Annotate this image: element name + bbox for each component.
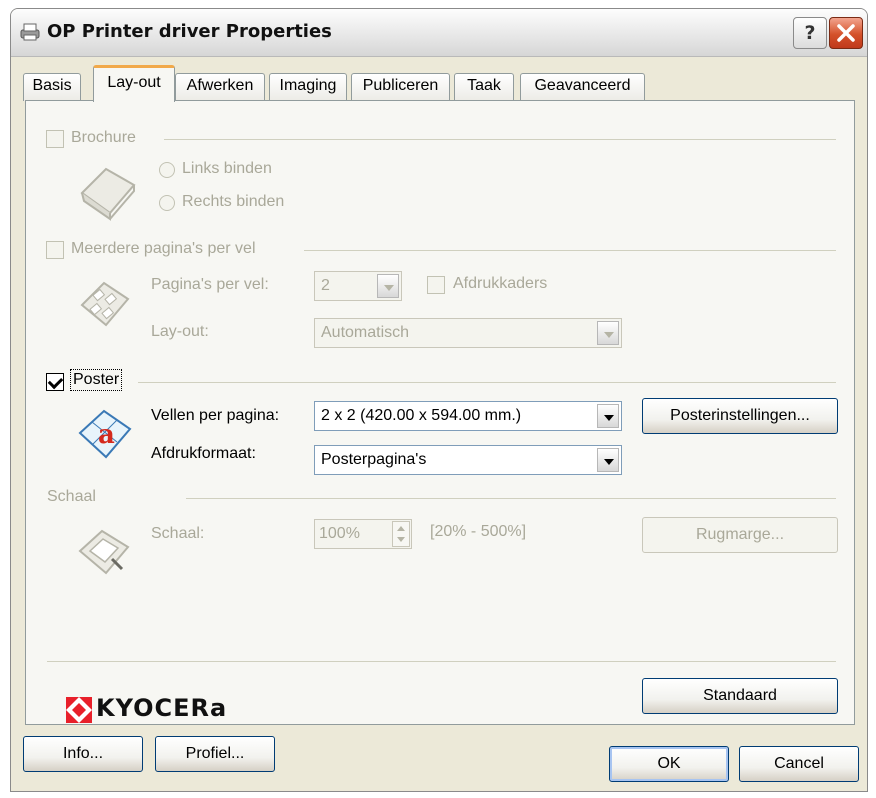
- kyocera-logo-text: KYOCERa: [96, 694, 228, 722]
- tab-lay-out[interactable]: Lay-out: [93, 65, 175, 102]
- poster-settings-button[interactable]: Posterinstellingen...: [642, 398, 838, 434]
- sheets-per-page-value: 2 x 2 (420.00 x 594.00 mm.): [321, 407, 522, 424]
- tab-publiceren[interactable]: Publiceren: [351, 73, 450, 101]
- kyocera-logo-icon: [66, 697, 92, 723]
- window-title: OP Printer driver Properties: [47, 21, 332, 42]
- print-format-label: Afdrukformaat:: [151, 445, 256, 462]
- bind-left-label: Links binden: [182, 160, 272, 177]
- bind-right-radio[interactable]: [159, 195, 175, 211]
- kyocera-logo: KYOCERa: [66, 694, 226, 728]
- layout-select[interactable]: Automatisch: [314, 318, 622, 348]
- multipage-label: Meerdere pagina's per vel: [71, 240, 256, 257]
- tab-basis[interactable]: Basis: [23, 73, 81, 101]
- brochure-icon: [80, 167, 136, 221]
- scale-range: [20% - 500%]: [430, 523, 527, 540]
- scale-spinner[interactable]: 100%: [314, 519, 412, 549]
- help-button[interactable]: ?: [793, 17, 827, 49]
- multipage-divider: [304, 250, 836, 251]
- profile-button[interactable]: Profiel...: [155, 736, 275, 772]
- default-button[interactable]: Standaard: [642, 678, 838, 714]
- pages-grid-icon: [80, 281, 130, 327]
- pages-per-sheet-select[interactable]: 2: [314, 271, 402, 301]
- cancel-button[interactable]: Cancel: [739, 746, 859, 782]
- pages-per-sheet-value: 2: [321, 277, 330, 294]
- scale-icon: [78, 529, 130, 575]
- chevron-down-icon: [597, 321, 619, 345]
- scale-value: 100%: [319, 525, 360, 542]
- brochure-label: Brochure: [71, 129, 136, 146]
- title-bar: OP Printer driver Properties ?: [11, 9, 867, 57]
- tab-taak[interactable]: Taak: [454, 73, 514, 101]
- printer-icon: [20, 23, 40, 41]
- poster-label: Poster: [70, 369, 123, 391]
- print-borders-checkbox[interactable]: [427, 276, 445, 294]
- info-button[interactable]: Info...: [23, 736, 143, 772]
- bind-left-radio[interactable]: [159, 162, 175, 178]
- poster-divider: [138, 382, 836, 383]
- properties-dialog: OP Printer driver Properties ? Basis Lay…: [10, 8, 868, 792]
- print-format-value: Posterpagina's: [321, 451, 427, 468]
- print-borders-label: Afdrukkaders: [453, 275, 548, 292]
- brochure-divider: [164, 139, 836, 140]
- poster-checkbox[interactable]: [46, 373, 64, 391]
- chevron-down-icon: [377, 274, 399, 298]
- brochure-checkbox[interactable]: [46, 130, 64, 148]
- tab-imaging[interactable]: Imaging: [269, 73, 347, 101]
- footer-divider: [47, 661, 836, 662]
- help-icon: ?: [804, 22, 816, 44]
- sheets-per-page-select[interactable]: 2 x 2 (420.00 x 594.00 mm.): [314, 401, 622, 431]
- gutter-button[interactable]: Rugmarge...: [642, 517, 838, 553]
- print-format-select[interactable]: Posterpagina's: [314, 445, 622, 475]
- multipage-checkbox[interactable]: [46, 241, 64, 259]
- spin-arrows-icon[interactable]: [392, 521, 410, 547]
- chevron-down-icon: [597, 448, 619, 472]
- sheets-per-page-label: Vellen per pagina:: [151, 407, 280, 424]
- svg-text:a: a: [98, 420, 115, 450]
- layout-tab-panel: Brochure Links binden Rechts binden Meer…: [25, 100, 855, 725]
- layout-value: Automatisch: [321, 324, 410, 341]
- ok-button[interactable]: OK: [609, 746, 729, 782]
- tab-afwerken[interactable]: Afwerken: [175, 73, 265, 101]
- close-icon: [837, 24, 855, 42]
- bind-right-label: Rechts binden: [182, 193, 285, 210]
- tab-geavanceerd[interactable]: Geavanceerd: [520, 73, 645, 101]
- layout-label: Lay-out:: [151, 323, 209, 340]
- scale-label: Schaal:: [151, 525, 205, 542]
- close-button[interactable]: [829, 17, 863, 49]
- scale-group-label: Schaal: [47, 488, 96, 505]
- scale-divider: [186, 498, 836, 499]
- pages-per-sheet-label: Pagina's per vel:: [151, 276, 269, 293]
- chevron-down-icon: [597, 404, 619, 428]
- poster-icon: a: [78, 409, 132, 459]
